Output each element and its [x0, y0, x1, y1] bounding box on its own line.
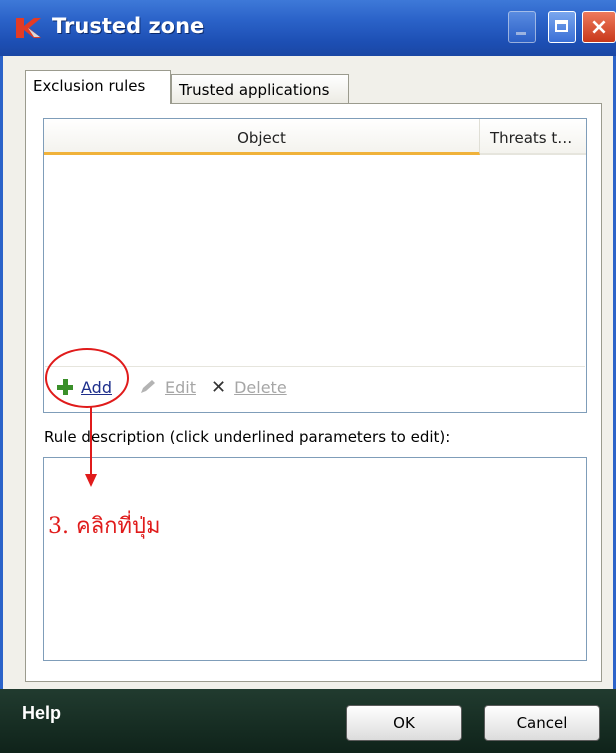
annotation-text: 3. คลิกที่ปุ่ม	[48, 514, 161, 539]
annotation-arrow-head-icon	[85, 474, 97, 487]
window-title: Trusted zone	[52, 14, 205, 38]
footer-bar: Help OK Cancel	[0, 689, 616, 753]
close-icon: ×	[589, 15, 609, 40]
annotation-arrow-line	[90, 407, 92, 477]
rule-description-label: Rule description (click underlined param…	[44, 428, 451, 446]
minimize-icon	[516, 32, 526, 35]
minimize-button[interactable]	[508, 11, 536, 43]
close-button[interactable]: ×	[582, 11, 616, 43]
ok-button[interactable]: OK	[346, 705, 462, 741]
cancel-button[interactable]: Cancel	[484, 705, 600, 741]
delete-button[interactable]: ✕ Delete	[211, 375, 287, 399]
column-header-object[interactable]: Object	[44, 119, 480, 155]
annotation-circle	[45, 348, 129, 408]
help-link[interactable]: Help	[22, 703, 61, 724]
pencil-icon	[141, 380, 155, 393]
rule-description-box[interactable]	[43, 457, 587, 661]
edit-label: Edit	[165, 377, 196, 397]
maximize-button[interactable]	[548, 11, 576, 43]
maximize-icon	[555, 20, 568, 32]
title-bar[interactable]: Trusted zone ×	[0, 0, 616, 56]
column-header-threats[interactable]: Threats t…	[480, 119, 586, 155]
kaspersky-logo-icon	[16, 18, 41, 38]
delete-x-icon: ✕	[211, 376, 227, 398]
delete-label: Delete	[234, 377, 287, 397]
tab-exclusion-rules[interactable]: Exclusion rules	[25, 70, 171, 104]
tab-trusted-applications[interactable]: Trusted applications	[171, 74, 349, 104]
edit-button[interactable]: Edit	[139, 375, 196, 399]
